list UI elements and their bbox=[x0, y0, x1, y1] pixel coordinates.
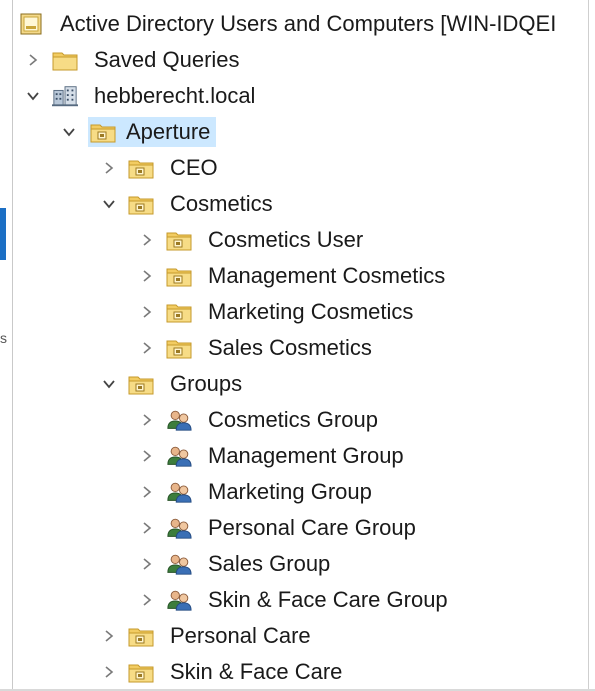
tree-node-label: Sales Cosmetics bbox=[208, 335, 372, 360]
tree-node-management-cosmetics[interactable]: Management Cosmetics bbox=[14, 258, 587, 294]
chevron-right-icon[interactable] bbox=[24, 51, 42, 69]
chevron-right-icon[interactable] bbox=[100, 159, 118, 177]
tree-node-cosmetics[interactable]: Cosmetics bbox=[14, 186, 587, 222]
chevron-right-icon[interactable] bbox=[138, 339, 156, 357]
tree-node-skin-face-care-group[interactable]: Skin & Face Care Group bbox=[14, 582, 587, 618]
tree-node-label: Personal Care bbox=[170, 623, 311, 648]
left-pane-glyph: s bbox=[0, 330, 7, 346]
tree-node-selection: Aperture bbox=[88, 117, 217, 147]
tree-node-label: Active Directory Users and Computers [WI… bbox=[60, 11, 557, 36]
chevron-right-icon[interactable] bbox=[138, 483, 156, 501]
tree-node-sales-group[interactable]: Sales Group bbox=[14, 546, 587, 582]
tree-node-groups[interactable]: Groups bbox=[14, 366, 587, 402]
group-icon bbox=[166, 588, 192, 612]
group-icon bbox=[166, 552, 192, 576]
chevron-down-icon[interactable] bbox=[100, 195, 118, 213]
tree-node-label: Cosmetics bbox=[170, 191, 273, 216]
tree-node-label: Management Group bbox=[208, 443, 404, 468]
left-pane-edge: s bbox=[0, 0, 13, 691]
chevron-right-icon[interactable] bbox=[138, 411, 156, 429]
chevron-down-icon[interactable] bbox=[100, 375, 118, 393]
tree-node-personal-care-group[interactable]: Personal Care Group bbox=[14, 510, 587, 546]
tree-node-cosmetics-user[interactable]: Cosmetics User bbox=[14, 222, 587, 258]
chevron-right-icon[interactable] bbox=[138, 303, 156, 321]
tree-node-marketing-group[interactable]: Marketing Group bbox=[14, 474, 587, 510]
tree-node-label: Marketing Cosmetics bbox=[208, 299, 414, 324]
tree-node-label: Sales Group bbox=[208, 551, 331, 576]
ou-icon bbox=[128, 156, 154, 180]
ou-icon bbox=[166, 264, 192, 288]
right-pane-edge bbox=[588, 0, 595, 691]
tree-node-label: Cosmetics Group bbox=[208, 407, 378, 432]
tree-node-cosmetics-group[interactable]: Cosmetics Group bbox=[14, 402, 587, 438]
chevron-right-icon[interactable] bbox=[138, 555, 156, 573]
chevron-right-icon[interactable] bbox=[138, 231, 156, 249]
chevron-right-icon[interactable] bbox=[100, 627, 118, 645]
tree-node-label: Skin & Face Care Group bbox=[208, 587, 448, 612]
ou-icon bbox=[128, 660, 154, 684]
tree-node-personal-care[interactable]: Personal Care bbox=[14, 618, 587, 654]
console-tree: Active Directory Users and Computers [WI… bbox=[14, 6, 587, 690]
chevron-right-icon[interactable] bbox=[138, 591, 156, 609]
ou-icon bbox=[166, 336, 192, 360]
chevron-down-icon[interactable] bbox=[60, 123, 78, 141]
tree-node-root[interactable]: Active Directory Users and Computers [WI… bbox=[14, 6, 587, 42]
chevron-right-icon[interactable] bbox=[138, 447, 156, 465]
group-icon bbox=[166, 408, 192, 432]
tree-node-label: CEO bbox=[170, 155, 218, 180]
ou-icon bbox=[128, 624, 154, 648]
left-pane-accent bbox=[0, 208, 6, 260]
chevron-right-icon[interactable] bbox=[138, 519, 156, 537]
aduc-snapin-icon bbox=[18, 12, 44, 36]
tree-node-label: Aperture bbox=[126, 119, 211, 144]
tree-node-skin-face-care[interactable]: Skin & Face Care bbox=[14, 654, 587, 690]
group-icon bbox=[166, 516, 192, 540]
ou-icon bbox=[166, 300, 192, 324]
ou-icon bbox=[166, 228, 192, 252]
chevron-down-icon[interactable] bbox=[24, 87, 42, 105]
tree-node-label: hebberecht.local bbox=[94, 83, 256, 108]
tree-node-label: Skin & Face Care bbox=[170, 659, 343, 684]
tree-node-marketing-cosmetics[interactable]: Marketing Cosmetics bbox=[14, 294, 587, 330]
chevron-right-icon[interactable] bbox=[138, 267, 156, 285]
ou-icon bbox=[128, 372, 154, 396]
ou-icon bbox=[90, 120, 116, 144]
tree-node-label: Cosmetics User bbox=[208, 227, 364, 252]
group-icon bbox=[166, 480, 192, 504]
tree-node-label: Groups bbox=[170, 371, 243, 396]
tree-node-label: Marketing Group bbox=[208, 479, 372, 504]
group-icon bbox=[166, 444, 192, 468]
ou-icon bbox=[128, 192, 154, 216]
chevron-right-icon[interactable] bbox=[100, 663, 118, 681]
domain-icon bbox=[52, 84, 78, 108]
tree-node-domain[interactable]: hebberecht.local bbox=[14, 78, 587, 114]
tree-node-ceo[interactable]: CEO bbox=[14, 150, 587, 186]
tree-node-label: Saved Queries bbox=[94, 47, 240, 72]
tree-node-label: Personal Care Group bbox=[208, 515, 416, 540]
folder-icon bbox=[52, 48, 78, 72]
tree-node-aperture[interactable]: Aperture bbox=[14, 114, 587, 150]
tree-node-saved-queries[interactable]: Saved Queries bbox=[14, 42, 587, 78]
tree-node-label: Management Cosmetics bbox=[208, 263, 446, 288]
tree-node-sales-cosmetics[interactable]: Sales Cosmetics bbox=[14, 330, 587, 366]
tree-node-management-group[interactable]: Management Group bbox=[14, 438, 587, 474]
